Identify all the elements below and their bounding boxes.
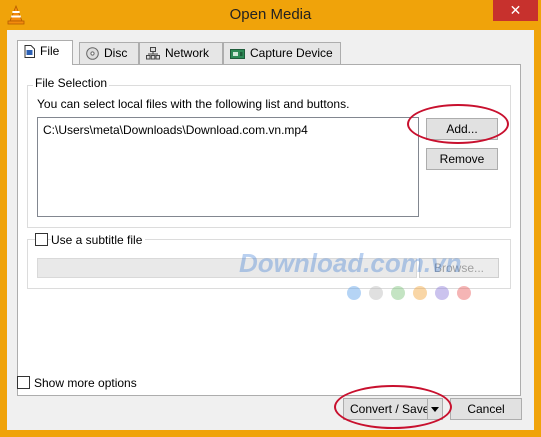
subtitle-checkbox-label: Use a subtitle file <box>51 233 146 247</box>
title-bar[interactable]: Open Media ✕ <box>0 0 541 30</box>
download-watermark: Download.com.vn <box>239 248 462 278</box>
dialog-body: File Disc Network Capture Device File Se… <box>7 30 534 430</box>
add-file-button[interactable]: Add... <box>426 118 498 140</box>
subtitle-checkbox[interactable] <box>35 233 48 246</box>
remove-file-button[interactable]: Remove <box>426 148 498 170</box>
watermark-dot <box>435 286 449 300</box>
file-list[interactable]: C:\Users\meta\Downloads\Download.com.vn.… <box>37 117 419 217</box>
tab-network-label: Network <box>165 46 210 60</box>
watermark-dot <box>391 286 405 300</box>
window-title: Open Media <box>229 6 312 23</box>
watermark-dot <box>347 286 361 300</box>
tab-disc[interactable]: Disc <box>79 42 139 64</box>
file-selection-description: You can select local files with the foll… <box>37 97 350 111</box>
watermark-dot <box>457 286 471 300</box>
show-more-options-label: Show more options <box>34 376 137 390</box>
watermark-dots <box>347 286 479 303</box>
file-list-item[interactable]: C:\Users\meta\Downloads\Download.com.vn.… <box>43 123 308 137</box>
tab-disc-label: Disc <box>104 46 128 60</box>
tab-capture-device-label: Capture Device <box>250 46 333 60</box>
convert-dropdown-button[interactable] <box>427 398 443 420</box>
open-media-window: Open Media ✕ File Disc Network Capture D… <box>0 0 541 437</box>
capture-card-icon <box>230 48 245 59</box>
watermark-dot <box>369 286 383 300</box>
tab-capture-device[interactable]: Capture Device <box>223 42 341 64</box>
tab-file[interactable]: File <box>17 40 73 65</box>
file-icon <box>24 45 35 59</box>
file-selection-label: File Selection <box>33 76 110 90</box>
show-more-options-checkbox[interactable] <box>17 376 30 389</box>
network-icon <box>146 47 160 60</box>
disc-icon <box>86 47 99 61</box>
watermark-dot <box>413 286 427 300</box>
caret-down-icon <box>431 407 439 412</box>
tab-network[interactable]: Network <box>139 42 223 64</box>
close-button[interactable]: ✕ <box>493 0 538 21</box>
convert-save-label: Convert / Save <box>350 402 430 416</box>
tab-file-label: File <box>40 44 60 58</box>
cancel-button[interactable]: Cancel <box>450 398 522 420</box>
